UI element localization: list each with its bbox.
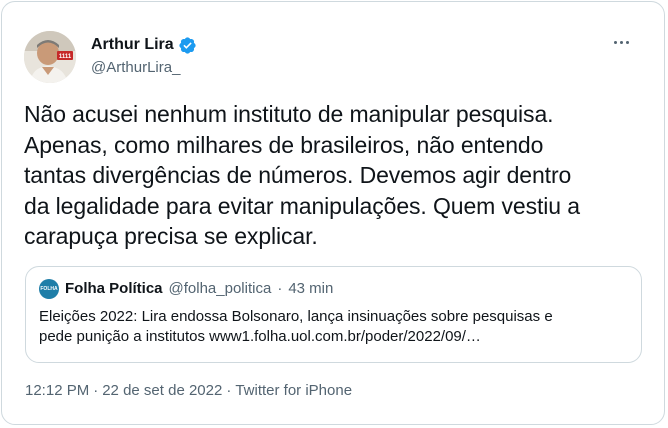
tweet-card: 1111 Arthur Lira @ArthurLira_ Não acusei… xyxy=(1,1,665,425)
quoted-author-handle: @folha_politica xyxy=(168,280,272,297)
svg-text:1111: 1111 xyxy=(59,54,72,60)
more-options-icon[interactable] xyxy=(608,32,634,52)
quoted-author-avatar: FOLHA xyxy=(39,279,59,299)
tweet-meta: 12:12 PM · 22 de set de 2022 · Twitter f… xyxy=(25,381,352,401)
quoted-tweet[interactable]: FOLHA Folha Política @folha_politica · 4… xyxy=(25,266,642,363)
quoted-tweet-text: Eleições 2022: Lira endossa Bolsonaro, l… xyxy=(39,308,553,345)
tweet-timestamp[interactable]: 12:12 PM xyxy=(25,381,89,401)
tweet-source[interactable]: Twitter for iPhone xyxy=(235,381,352,401)
tweet-text: Não acusei nenhum instituto de manipular… xyxy=(24,101,580,249)
tweet-date[interactable]: 22 de set de 2022 xyxy=(102,381,222,401)
author-avatar[interactable]: 1111 xyxy=(24,31,76,83)
quoted-tweet-header: FOLHA Folha Política @folha_politica · 4… xyxy=(39,279,333,299)
author-handle[interactable]: @ArthurLira_ xyxy=(91,58,180,78)
meta-separator: · xyxy=(226,382,232,399)
author-avatar-image: 1111 xyxy=(24,31,76,83)
author-name-row[interactable]: Arthur Lira xyxy=(91,35,197,55)
author-name[interactable]: Arthur Lira xyxy=(91,35,174,55)
verified-badge-icon xyxy=(179,36,196,54)
quoted-author-name: Folha Política xyxy=(65,280,163,297)
meta-separator: · xyxy=(93,382,99,399)
quoted-time: 43 min xyxy=(288,280,334,297)
quoted-separator: · xyxy=(277,280,283,297)
